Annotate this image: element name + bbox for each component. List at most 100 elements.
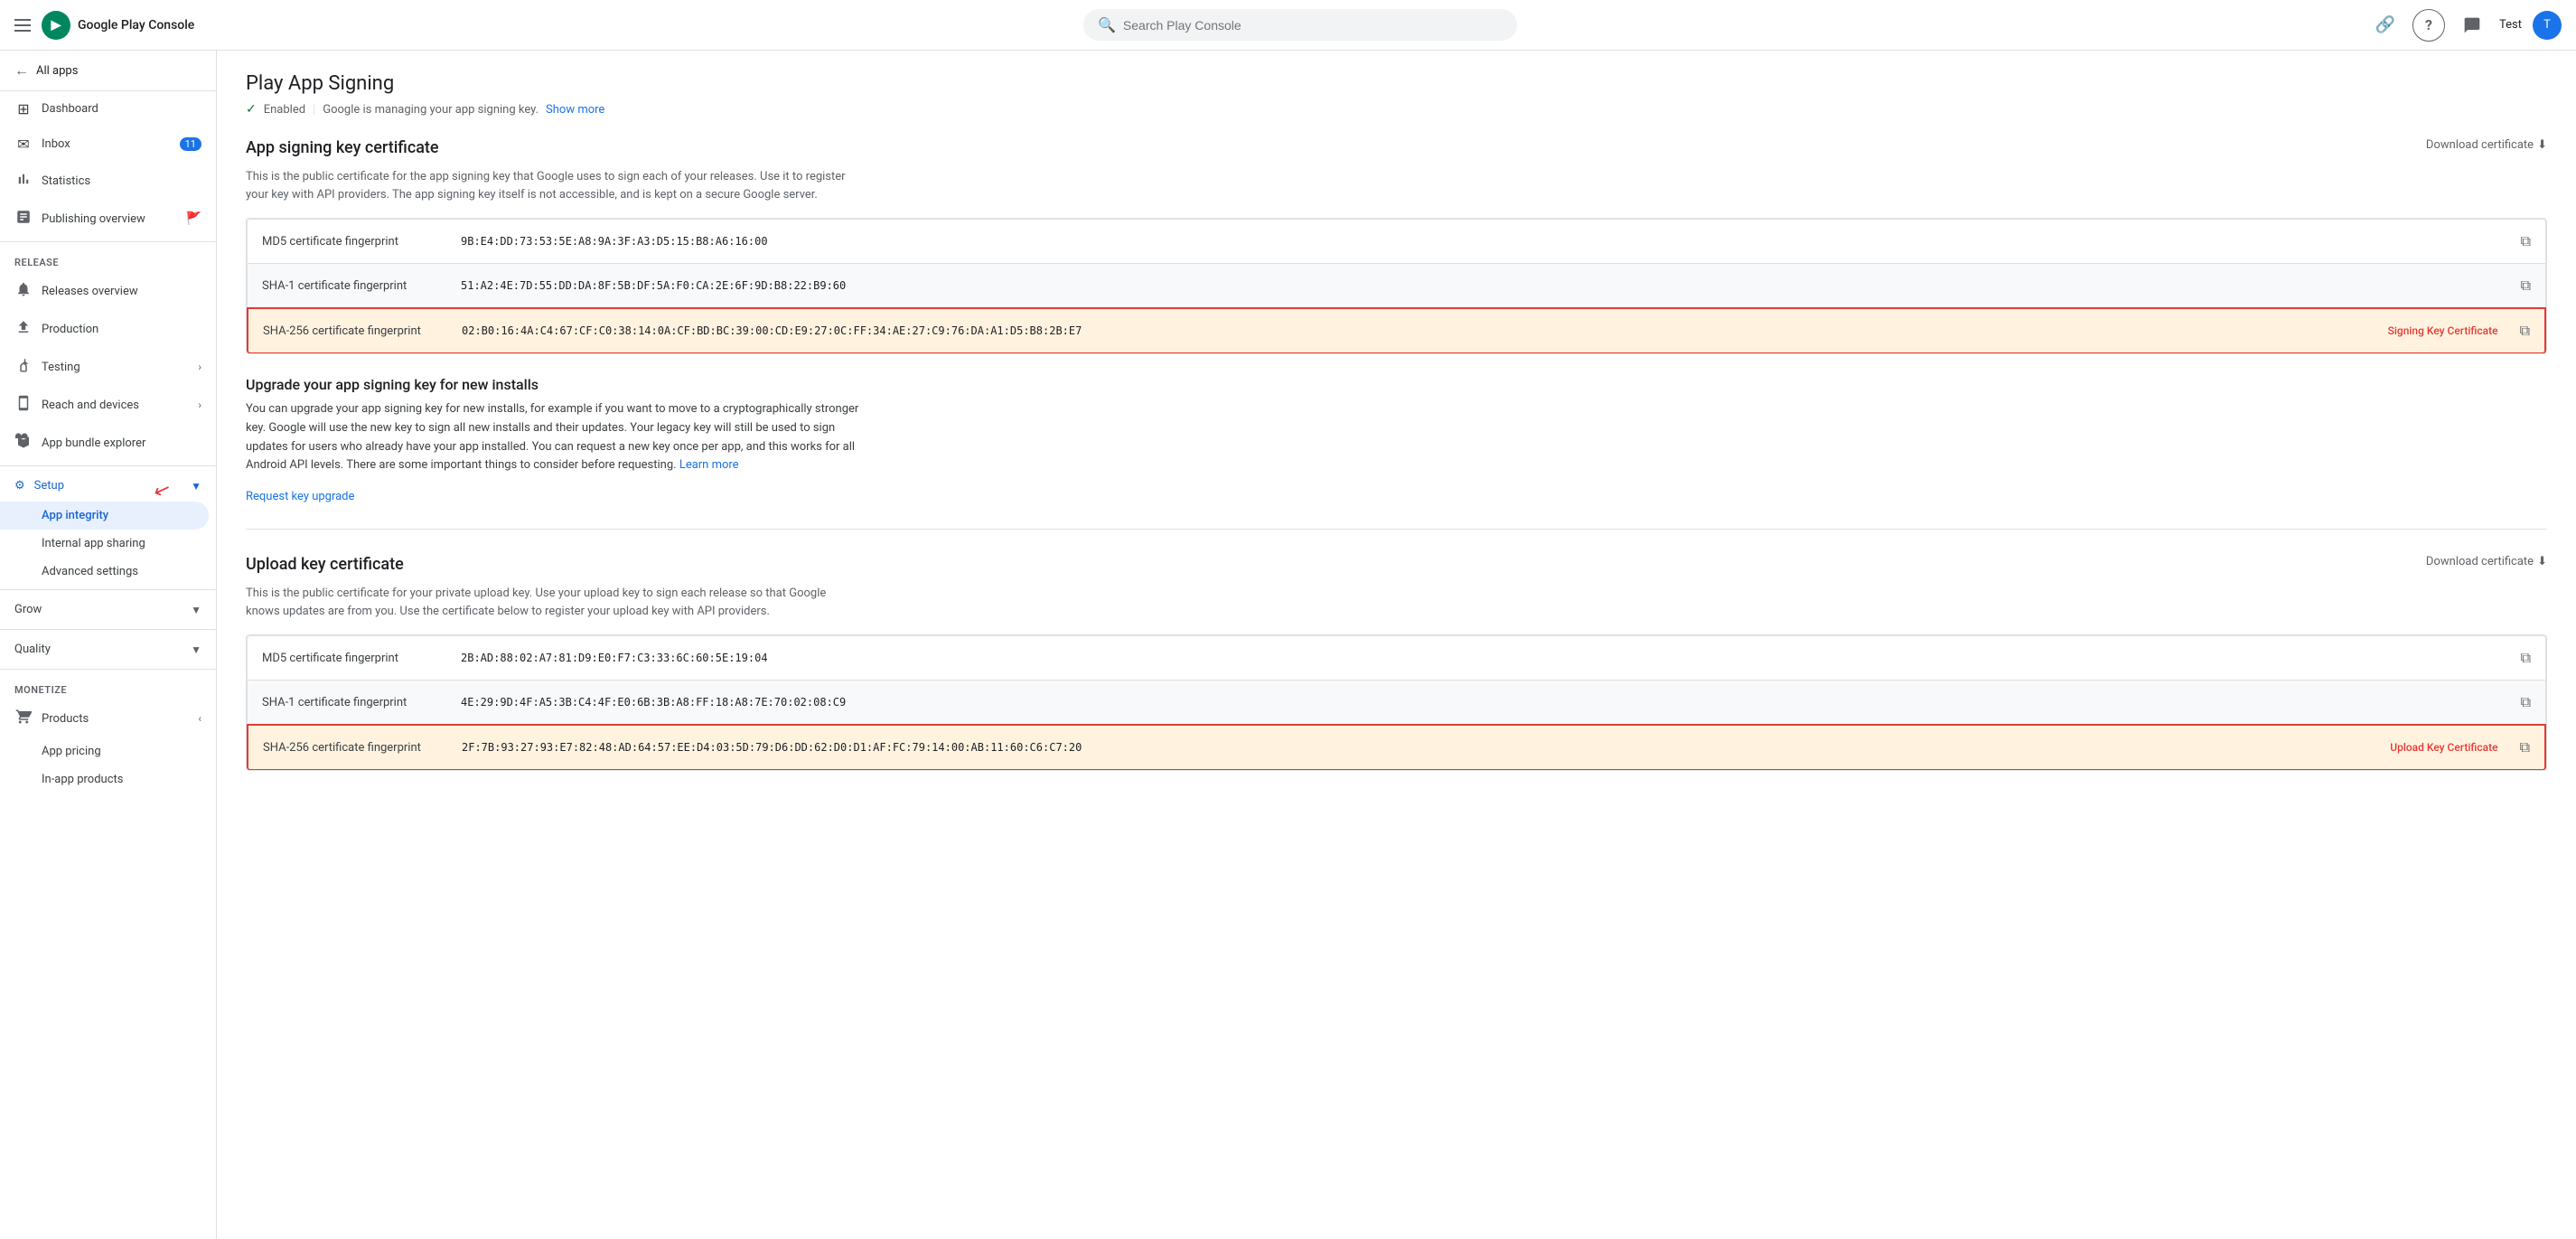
status-google-text: Google is managing your app signing key. [323, 103, 539, 117]
signing-md5-copy-icon[interactable]: ⧉ [2521, 232, 2531, 250]
topbar-search: 🔍 [231, 9, 2369, 41]
sidebar-item-products[interactable]: Products ‹ [0, 699, 216, 737]
upload-cert-section: Upload key certificate Download certific… [246, 555, 2547, 771]
signing-sha1-label: SHA-1 certificate fingerprint [262, 279, 461, 293]
setup-icon: ⚙ [14, 479, 25, 493]
signing-md5-value: 9B:E4:DD:73:53:5E:A8:9A:3F:A3:D5:15:B8:A… [461, 235, 2510, 248]
grow-collapse[interactable]: Grow ▼ [0, 594, 216, 625]
testing-expand-icon: › [198, 361, 201, 373]
signing-md5-label: MD5 certificate fingerprint [262, 235, 461, 249]
products-icon [14, 709, 33, 728]
sidebar-sub-item-internal-app-sharing[interactable]: Internal app sharing [0, 530, 216, 558]
in-app-products-label: In-app products [42, 773, 123, 786]
all-apps-label: All apps [36, 64, 78, 78]
sidebar-sub-item-advanced-settings[interactable]: Advanced settings [0, 558, 216, 586]
reach-icon [14, 395, 33, 415]
sidebar-item-releases-overview[interactable]: Releases overview [0, 272, 216, 310]
sidebar-item-label: App bundle explorer [42, 436, 145, 450]
sidebar-divider-5 [0, 669, 216, 670]
show-more-link[interactable]: Show more [546, 103, 604, 117]
brand-name: Google Play Console [78, 18, 194, 33]
signing-sha1-copy-icon[interactable]: ⧉ [2521, 277, 2531, 295]
topbar: ▶ Google Play Console 🔍 🔗 ? Test T [0, 0, 2576, 51]
sidebar-item-label: Testing [42, 361, 80, 374]
upload-sha256-copy-icon[interactable]: ⧉ [2520, 738, 2530, 756]
download-signing-cert-button[interactable]: Download certificate ⬇ [2426, 138, 2547, 152]
section-header-upload: Upload key certificate Download certific… [246, 555, 2547, 579]
app-bundle-icon [14, 433, 33, 453]
sidebar-item-app-bundle-explorer[interactable]: App bundle explorer [0, 424, 216, 462]
upload-sha1-row: SHA-1 certificate fingerprint 4E:29:9D:4… [247, 680, 2546, 725]
setup-wrapper: ⚙ Setup ▼ ↙ [0, 470, 216, 502]
sidebar-item-label: Publishing overview [42, 212, 145, 226]
sidebar-item-setup[interactable]: ⚙ Setup ▼ [0, 470, 216, 502]
upload-section-title: Upload key certificate [246, 555, 404, 574]
sidebar-sub-item-app-integrity[interactable]: App integrity [0, 502, 209, 530]
upload-sha1-copy-icon[interactable]: ⧉ [2521, 693, 2531, 711]
topbar-left: ▶ Google Play Console [14, 11, 231, 40]
upload-sha256-value: 2F:7B:93:27:93:E7:82:48:AD:64:57:EE:D4:0… [462, 741, 2379, 754]
upgrade-desc-text: You can upgrade your app signing key for… [246, 402, 858, 472]
reach-expand-icon: › [198, 399, 201, 411]
upload-md5-value: 2B:AD:88:02:A7:81:D9:E0:F7:C3:33:6C:60:5… [461, 652, 2510, 664]
download-upload-cert-button[interactable]: Download certificate ⬇ [2426, 555, 2547, 568]
sidebar-item-dashboard[interactable]: ⊞ Dashboard [0, 91, 216, 127]
sidebar-sub-item-app-pricing[interactable]: App pricing [0, 737, 216, 765]
learn-more-link[interactable]: Learn more [679, 458, 739, 472]
grow-expand-icon: ▼ [191, 604, 201, 616]
setup-expand-icon: ▼ [191, 480, 201, 493]
upload-sha256-row: SHA-256 certificate fingerprint 2F:7B:93… [247, 724, 2546, 771]
sidebar-item-production[interactable]: Production [0, 310, 216, 348]
releases-overview-icon [14, 281, 33, 301]
section-header-signing: App signing key certificate Download cer… [246, 138, 2547, 163]
quality-expand-icon: ▼ [191, 643, 201, 656]
quality-collapse[interactable]: Quality ▼ [0, 634, 216, 665]
link-icon[interactable]: 🔗 [2369, 9, 2402, 42]
help-icon[interactable]: ? [2412, 9, 2445, 42]
upload-md5-row: MD5 certificate fingerprint 2B:AD:88:02:… [247, 635, 2546, 681]
sidebar-item-publishing-overview[interactable]: Publishing overview 🚩 [0, 200, 216, 238]
search-input[interactable] [1123, 18, 1503, 33]
upload-md5-copy-icon[interactable]: ⧉ [2521, 649, 2531, 667]
sidebar-item-label: Statistics [42, 174, 90, 188]
sidebar-item-label: Inbox [42, 137, 70, 151]
topbar-right: 🔗 ? Test T [2369, 9, 2562, 42]
download-signing-label: Download certificate [2426, 138, 2534, 152]
sidebar-divider-1 [0, 241, 216, 242]
inbox-badge: 11 [180, 137, 201, 151]
request-key-upgrade-link[interactable]: Request key upgrade [246, 490, 354, 503]
signing-cert-table: MD5 certificate fingerprint 9B:E4:DD:73:… [246, 218, 2547, 354]
upload-sha1-label: SHA-1 certificate fingerprint [262, 696, 461, 709]
brand-logo[interactable]: ▶ Google Play Console [42, 11, 194, 40]
sidebar-divider-4 [0, 629, 216, 630]
upload-sha256-label: SHA-256 certificate fingerprint [263, 741, 462, 755]
signing-sha256-value: 02:B0:16:4A:C4:67:CF:C0:38:14:0A:CF:BD:B… [462, 324, 2377, 337]
download-signing-icon: ⬇ [2537, 138, 2547, 152]
main-layout: ← All apps ⊞ Dashboard ✉ Inbox 11 Statis… [0, 51, 2576, 1239]
internal-sharing-label: Internal app sharing [42, 537, 145, 550]
signing-md5-row: MD5 certificate fingerprint 9B:E4:DD:73:… [247, 219, 2546, 264]
products-expand-icon: ‹ [198, 712, 201, 725]
sidebar-item-testing[interactable]: Testing › [0, 348, 216, 386]
sidebar-item-reach-and-devices[interactable]: Reach and devices › [0, 386, 216, 424]
feedback-icon[interactable] [2456, 9, 2488, 42]
user-avatar[interactable]: T [2533, 11, 2562, 40]
sidebar-item-inbox[interactable]: ✉ Inbox 11 [0, 127, 216, 162]
sidebar-item-statistics[interactable]: Statistics [0, 162, 216, 200]
search-box[interactable]: 🔍 [1083, 9, 1517, 41]
app-signing-section: App signing key certificate Download cer… [246, 138, 2547, 354]
brand-logo-icon: ▶ [42, 11, 70, 40]
signing-section-desc: This is the public certificate for the a… [246, 168, 860, 203]
signing-sha256-copy-icon[interactable]: ⧉ [2520, 322, 2530, 340]
signing-sha256-label: SHA-256 certificate fingerprint [263, 324, 462, 338]
section-divider [246, 529, 2547, 530]
search-icon: 🔍 [1098, 16, 1116, 33]
hamburger-menu-button[interactable] [14, 19, 31, 32]
all-apps-link[interactable]: ← All apps [0, 51, 216, 91]
sidebar: ← All apps ⊞ Dashboard ✉ Inbox 11 Statis… [0, 51, 217, 1239]
monetize-section-label: Monetize [0, 673, 216, 699]
sidebar-item-label: Reach and devices [42, 399, 139, 412]
topbar-username: Test [2499, 18, 2522, 32]
download-upload-label: Download certificate [2426, 555, 2534, 568]
sidebar-sub-item-in-app-products[interactable]: In-app products [0, 765, 216, 793]
